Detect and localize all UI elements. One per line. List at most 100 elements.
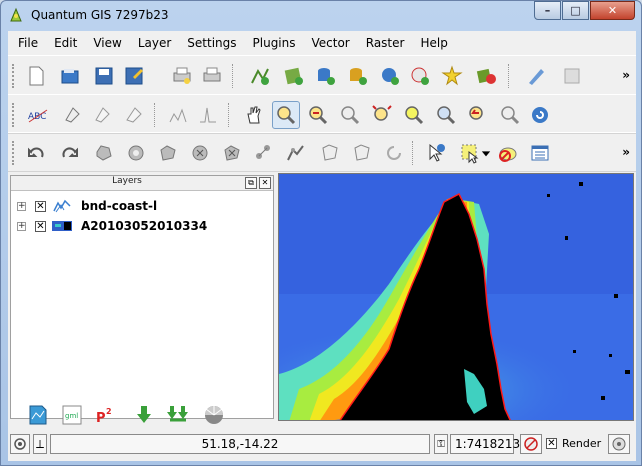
zoom-in-icon[interactable] [272,101,300,129]
layer-name: bnd-coast-l [81,199,158,213]
map-navigation-toolbar: ABC [8,94,636,134]
toolbar-grip[interactable] [12,103,16,127]
coordinate-display[interactable]: 51.18,-14.22 [50,434,430,454]
add-vector-layer-icon[interactable] [246,62,274,90]
save-as-icon[interactable] [120,62,148,90]
main-client-area: File Edit View Layer Settings Plugins Ve… [8,31,636,461]
title-bar[interactable]: Quantum GIS 7297b23 – □ ✕ [1,1,641,31]
toolbar-grip[interactable] [12,141,16,165]
toolbar-grip[interactable] [12,64,16,88]
qgis-logo-icon [10,7,22,22]
add-postgis-layer-icon[interactable] [312,62,340,90]
simplify-feature-icon[interactable] [90,139,118,167]
delete-ring-icon[interactable] [186,139,214,167]
rotate-point-symbols-icon[interactable] [380,139,408,167]
scale-lock-icon[interactable]: ⚿ [434,434,448,454]
menu-help[interactable]: Help [410,33,453,55]
move-label-icon[interactable] [120,101,148,129]
add-wms-layer-icon[interactable] [376,62,404,90]
layers-panel-title: Layers [112,176,142,186]
attribute-table-icon[interactable] [526,139,554,167]
deselect-features-icon[interactable] [494,139,522,167]
float-panel-button[interactable]: ⧉ [245,177,257,189]
menu-plugins[interactable]: Plugins [243,33,302,55]
open-project-icon[interactable] [56,62,84,90]
toolbar-overflow-icon[interactable]: » [622,68,630,82]
gml-export-icon[interactable]: gml [58,401,86,429]
zoom-to-layer-icon[interactable] [432,101,460,129]
local-histogram-icon[interactable] [194,101,222,129]
messages-toggle-icon[interactable] [10,434,30,454]
map-canvas[interactable] [278,173,634,421]
undo-icon[interactable] [22,139,50,167]
zoom-last-icon[interactable] [464,101,492,129]
power-tool-icon[interactable]: P2 [92,401,120,429]
menu-view[interactable]: View [83,33,127,55]
merge-features-icon[interactable] [348,139,376,167]
zoom-to-selection-icon[interactable] [400,101,428,129]
zoom-full-icon[interactable] [368,101,396,129]
toolbar-overflow-icon[interactable]: » [622,145,630,159]
add-raster-layer-icon[interactable] [280,62,308,90]
split-features-icon[interactable] [316,139,344,167]
expand-layer-button[interactable]: + [17,202,26,211]
toggle-editing-icon[interactable] [522,62,550,90]
menu-settings[interactable]: Settings [177,33,242,55]
render-checkbox[interactable]: ✕ [546,438,557,449]
label-tool-icon[interactable]: ABC [24,101,52,129]
add-ring-icon[interactable] [122,139,150,167]
download-all-icon[interactable] [164,401,192,429]
offset-curve-icon[interactable] [282,139,310,167]
layer-visibility-checkbox[interactable]: ✕ [35,201,46,212]
projection-status-icon[interactable] [608,434,630,454]
histogram-stretch-icon[interactable] [164,101,192,129]
warp-tool-icon[interactable] [200,401,228,429]
reshape-features-icon[interactable] [250,139,278,167]
new-raster-tool-icon[interactable] [24,401,52,429]
menu-file[interactable]: File [8,33,44,55]
zoom-next-icon[interactable] [496,101,524,129]
download-icon[interactable] [130,401,158,429]
save-project-icon[interactable] [90,62,118,90]
redo-icon[interactable] [56,139,84,167]
new-shapefile-layer-icon[interactable] [438,62,466,90]
minimize-button[interactable]: – [534,1,561,20]
save-edits-icon[interactable] [558,62,586,90]
maximize-button[interactable]: □ [562,1,589,20]
show-hide-labels-icon[interactable] [88,101,116,129]
menu-edit[interactable]: Edit [44,33,83,55]
coordinate-toggle-button[interactable]: ⟂ [33,434,47,454]
menu-layer[interactable]: Layer [128,33,177,55]
refresh-icon[interactable] [526,101,554,129]
new-project-icon[interactable] [22,62,50,90]
close-panel-button[interactable]: ✕ [259,177,271,189]
identify-features-icon[interactable] [422,139,450,167]
remove-layer-icon[interactable] [472,62,500,90]
expand-layer-button[interactable]: + [17,222,26,231]
delete-part-icon[interactable] [218,139,246,167]
layer-visibility-checkbox[interactable]: ✕ [35,221,46,232]
pan-map-icon[interactable] [240,101,268,129]
add-spatialite-layer-icon[interactable] [344,62,372,90]
toolbar-separator [228,103,230,127]
add-wfs-layer-icon[interactable] [406,62,434,90]
stop-rendering-icon[interactable] [520,434,542,454]
zoom-out-icon[interactable] [304,101,332,129]
close-button[interactable]: ✕ [590,1,635,20]
layer-row[interactable]: + ✕ bnd-coast-l [11,198,273,216]
line-vector-icon [53,199,71,213]
map-render[interactable] [279,174,634,421]
zoom-actual-size-icon[interactable] [336,101,364,129]
window-controls: – □ ✕ [534,1,635,20]
print-composer-icon[interactable] [168,62,196,90]
menu-raster[interactable]: Raster [356,33,411,55]
layer-name: A20103052010334 [81,219,208,233]
pin-labels-icon[interactable] [58,101,86,129]
add-part-icon[interactable] [154,139,182,167]
menu-vector[interactable]: Vector [302,33,356,55]
scale-input[interactable]: 1:7418213 [450,434,520,454]
select-dropdown-arrow-icon[interactable] [478,139,494,167]
print-icon[interactable] [198,62,226,90]
layer-row[interactable]: + ✕ A20103052010334 [11,218,273,236]
toolbar-separator [154,103,156,127]
